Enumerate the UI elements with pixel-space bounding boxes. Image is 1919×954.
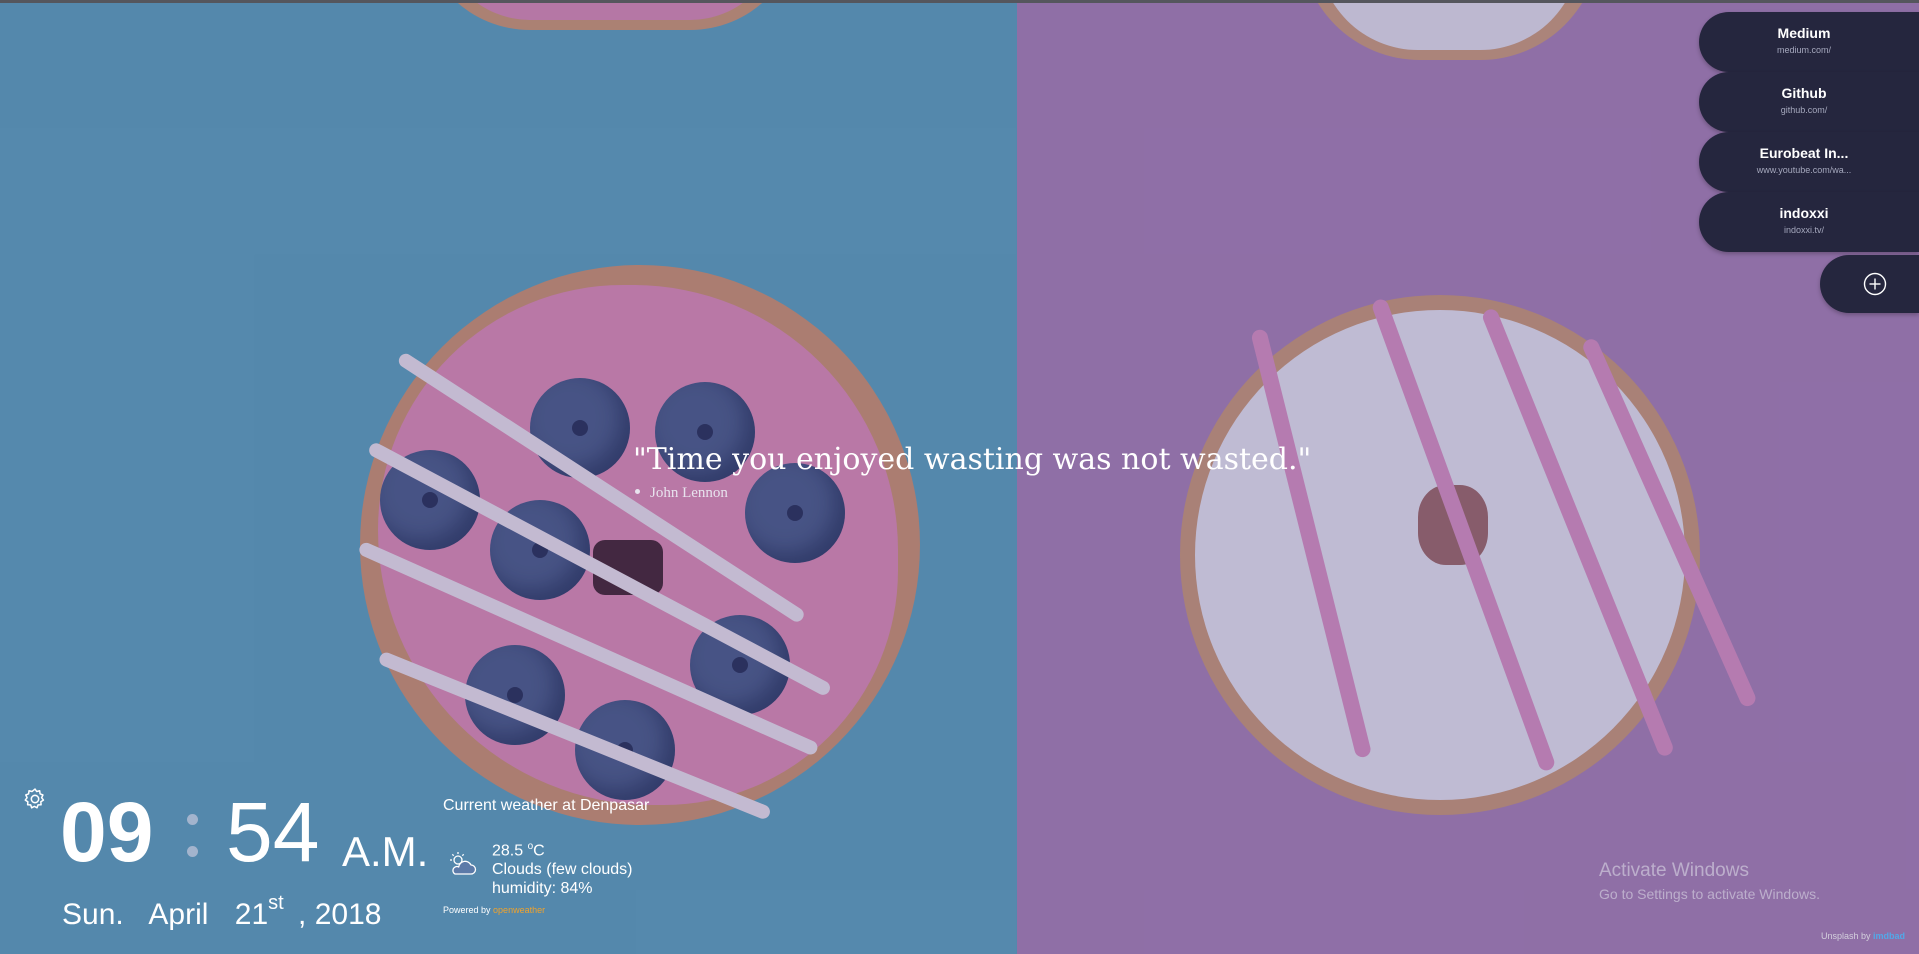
credit-prefix: Unsplash by [1821, 931, 1871, 941]
bookmark-url: github.com/ [1780, 105, 1828, 115]
date-day: 21 [234, 898, 269, 931]
bookmark-github[interactable]: Github github.com/ [1699, 72, 1919, 132]
weather-humidity: humidity: 84% [492, 880, 593, 898]
weather-widget: Current weather at Denpasar 28.5 oC Clou… [443, 797, 650, 915]
window-top-border [0, 0, 1919, 3]
add-bookmark-button[interactable] [1820, 255, 1919, 313]
date-line: Sun. April 21st , 2018 [62, 892, 399, 932]
weather-info: 28.5 oC Clouds (few clouds) humidity: 84… [492, 837, 633, 898]
bookmark-title: Eurobeat In... [1759, 145, 1849, 161]
separator-dot [187, 846, 198, 857]
bookmark-indoxxi[interactable]: indoxxi indoxxi.tv/ [1699, 192, 1919, 252]
weather-title: Current weather at Denpasar [443, 797, 650, 814]
date-month: April [148, 898, 209, 931]
clock-separator [186, 804, 198, 864]
clock-ampm: A.M. [342, 828, 429, 875]
watermark-subtitle: Go to Settings to activate Windows. [1599, 886, 1820, 902]
weather-powered-by: Powered by openweather [443, 905, 545, 915]
watermark-title: Activate Windows [1599, 860, 1749, 881]
quote-author-line: John Lennon [633, 485, 1311, 502]
weather-temperature: 28.5 oC [492, 837, 633, 860]
bookmark-url: indoxxi.tv/ [1783, 225, 1825, 235]
credit-author-link[interactable]: imdbad [1873, 931, 1905, 941]
quote-text: "Time you enjoyed wasting was not wasted… [633, 442, 1312, 477]
windows-activation-watermark: Activate Windows Go to Settings to activ… [1599, 860, 1820, 902]
separator-dot [187, 814, 198, 825]
bookmark-title: Github [1781, 85, 1827, 101]
bookmark-medium[interactable]: Medium medium.com/ [1699, 12, 1919, 72]
date-year: , 2018 [298, 898, 382, 931]
clock-hours: 09 [60, 785, 154, 879]
date-day-suffix: st [268, 892, 284, 914]
date-day-group: 21st [234, 892, 284, 931]
photo-credit: Unsplash by imdbad [1821, 931, 1905, 941]
plus-circle-icon [1863, 272, 1887, 296]
bookmark-url: medium.com/ [1776, 45, 1831, 55]
gear-icon[interactable] [22, 786, 48, 812]
powered-by-label: Powered by [443, 905, 491, 915]
weather-description: Clouds (few clouds) [492, 861, 633, 879]
bookmark-title: indoxxi [1779, 205, 1829, 221]
bookmark-eurobeat[interactable]: Eurobeat In... www.youtube.com/wa... [1699, 132, 1919, 192]
openweather-link[interactable]: openweather [493, 905, 545, 915]
weather-temp-value: 28.5 [492, 842, 524, 860]
date-weekday: Sun. [62, 898, 124, 931]
bullet-icon [635, 489, 640, 494]
cloud-sun-icon [450, 852, 477, 875]
weather-unit: C [533, 842, 545, 860]
bookmark-url: www.youtube.com/wa... [1756, 165, 1852, 175]
clock-minutes: 54 [226, 785, 320, 879]
bookmark-title: Medium [1777, 25, 1831, 41]
quote-block: "Time you enjoyed wasting was not wasted… [633, 442, 1311, 502]
quote-author: John Lennon [650, 485, 728, 501]
